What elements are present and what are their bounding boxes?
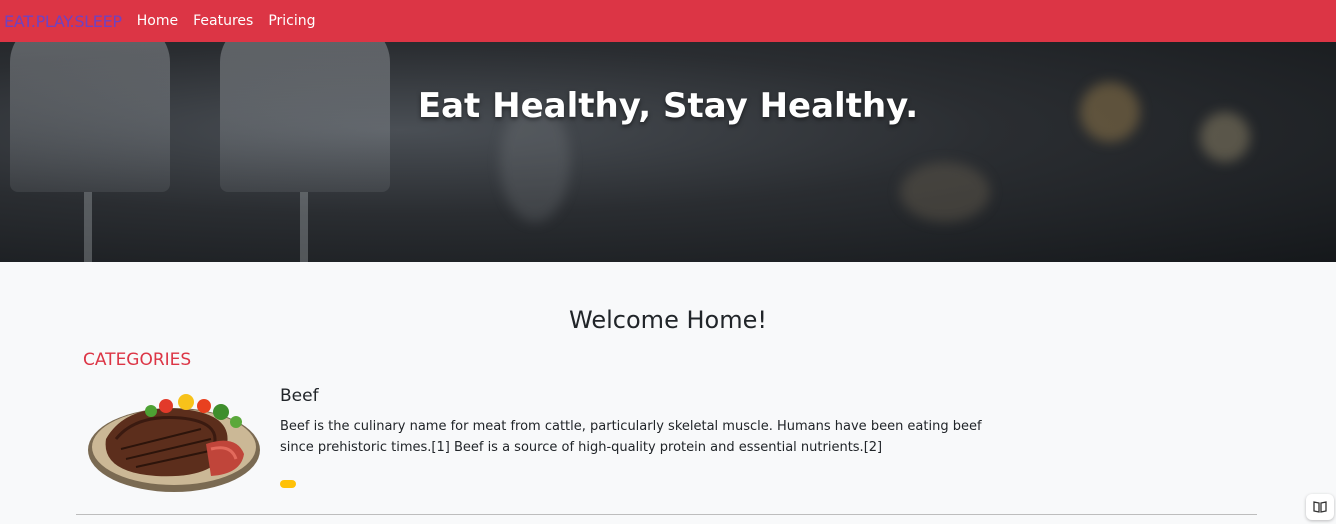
- hero-banner: Eat Healthy, Stay Healthy.: [0, 42, 1336, 262]
- categories-heading: CATEGORIES: [83, 350, 192, 370]
- hero-bokeh-light: [900, 162, 990, 222]
- navbar: EAT.PLAY.SLEEP Home Features Pricing: [0, 0, 1336, 42]
- category-button[interactable]: [280, 480, 296, 488]
- hero-glass-stem: [84, 192, 92, 262]
- nav-link-features[interactable]: Features: [193, 13, 253, 29]
- hero-glass-stem: [300, 192, 308, 262]
- brand-logo[interactable]: EAT.PLAY.SLEEP: [4, 12, 122, 31]
- nav-links: Home Features Pricing: [137, 13, 331, 29]
- hero-title: Eat Healthy, Stay Healthy.: [417, 86, 919, 126]
- book-reader-icon[interactable]: [1306, 494, 1334, 520]
- category-description: Beef is the culinary name for meat from …: [280, 419, 982, 455]
- nav-link-home[interactable]: Home: [137, 13, 178, 29]
- category-title: Beef: [280, 386, 319, 406]
- divider: [76, 514, 1257, 515]
- beef-image: [86, 384, 262, 496]
- nav-link-pricing[interactable]: Pricing: [268, 13, 315, 29]
- welcome-heading: Welcome Home!: [569, 306, 767, 334]
